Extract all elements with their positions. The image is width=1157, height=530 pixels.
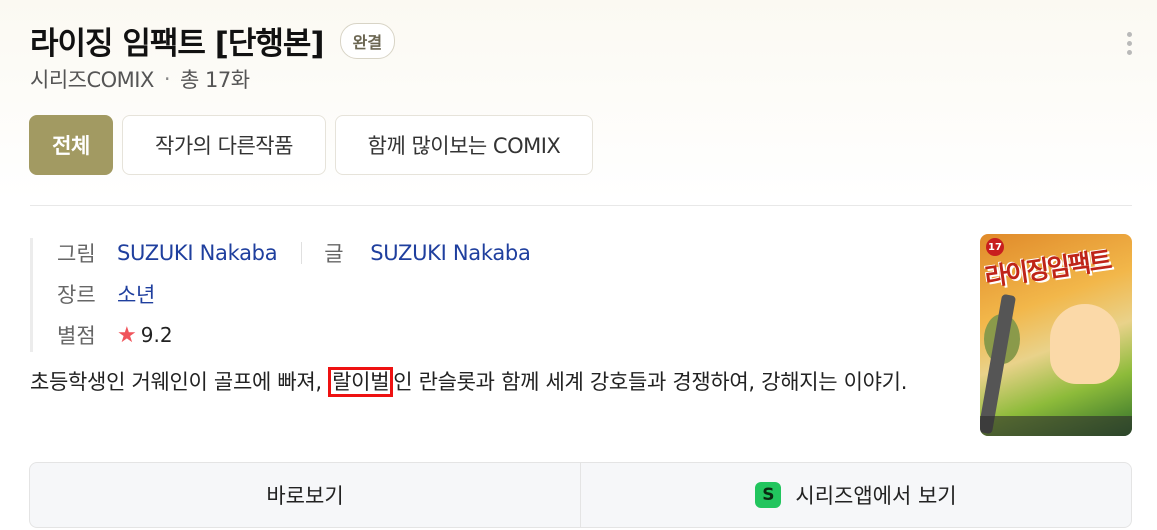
series-app-icon: S	[755, 482, 782, 508]
page-title: 라이징 임팩트 [단행본]	[30, 26, 325, 62]
section-divider	[30, 205, 1132, 206]
tab-bar: 전체 작가의 다른작품 함께 많이보는 COMIX	[29, 115, 602, 175]
writer-author-link[interactable]: SUZUKI Nakaba	[370, 241, 531, 265]
tab-author-other-works[interactable]: 작가의 다른작품	[122, 115, 326, 175]
read-now-label: 바로보기	[266, 484, 344, 508]
genre-row: 장르 소년	[57, 279, 155, 309]
rating-label: 별점	[57, 324, 96, 348]
open-in-app-button[interactable]: S 시리즈앱에서 보기	[580, 463, 1131, 527]
volume-mark: 17	[986, 238, 1004, 256]
writer-label: 글	[324, 242, 344, 266]
illust-label: 그림	[57, 242, 96, 266]
subtitle-separator: ·	[163, 67, 171, 91]
cover-title-art: 라이징임팩트	[982, 245, 1112, 292]
status-badge: 완결	[339, 22, 396, 59]
read-now-button[interactable]: 바로보기	[30, 463, 580, 527]
more-options-icon[interactable]	[1124, 32, 1134, 56]
rating-row: 별점 ★ 9.2	[57, 320, 173, 350]
credits-divider	[301, 242, 303, 264]
illust-author-link[interactable]: SUZUKI Nakaba	[117, 241, 278, 265]
description-text-before: 초등학생인 거웨인이 골프에 빠져,	[30, 370, 329, 394]
action-bar: 바로보기 S 시리즈앱에서 보기	[29, 462, 1132, 528]
tab-all[interactable]: 전체	[29, 115, 113, 175]
title-row: 라이징 임팩트 [단행본] 완결	[30, 18, 396, 63]
series-description: 초등학생인 거웨인이 골프에 빠져, 랄이벌 인 란슬롯과 함께 세계 강호들과 …	[30, 366, 950, 398]
highlighted-word: 랄이벌	[328, 367, 394, 397]
episode-count: 총 17화	[180, 68, 250, 92]
series-subtitle: 시리즈COMIX · 총 17화	[30, 64, 250, 94]
rating-value: 9.2	[140, 323, 173, 347]
open-in-app-label: 시리즈앱에서 보기	[795, 484, 957, 508]
description-text-after: 인 란슬롯과 함께 세계 강호들과 경쟁하여, 강해지는 이야기.	[393, 370, 908, 394]
genre-label: 장르	[57, 283, 96, 307]
info-block: 그림 SUZUKI Nakaba 글 SUZUKI Nakaba 장르 소년 별…	[30, 238, 531, 352]
credits-row: 그림 SUZUKI Nakaba 글 SUZUKI Nakaba	[57, 238, 531, 268]
genre-link[interactable]: 소년	[117, 279, 155, 309]
publisher-label: 시리즈COMIX	[30, 68, 154, 92]
tab-also-viewed-comix[interactable]: 함께 많이보는 COMIX	[335, 115, 593, 175]
star-icon: ★	[117, 322, 137, 348]
cover-image[interactable]: 라이징임팩트 17	[980, 234, 1132, 436]
